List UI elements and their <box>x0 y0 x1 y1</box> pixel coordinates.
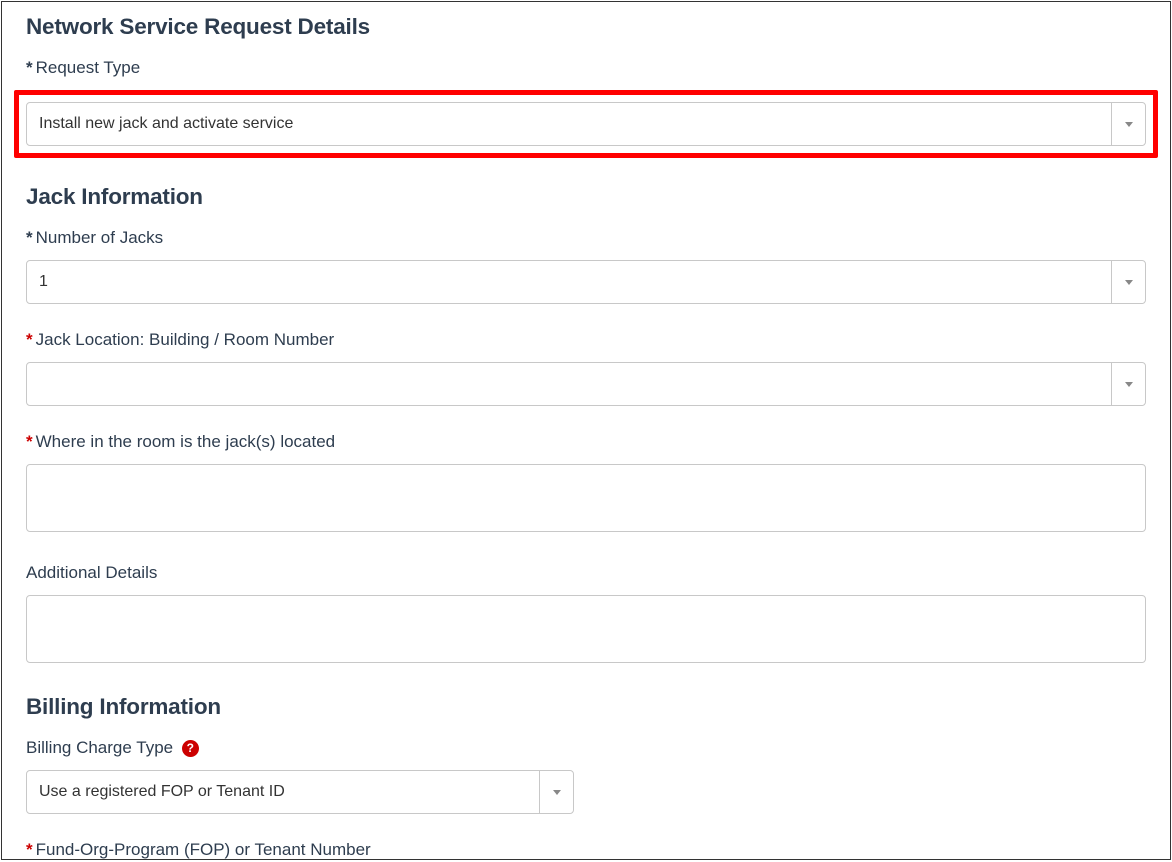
select-value-request-type: Install new jack and activate service <box>27 103 1111 145</box>
label-num-jacks: *Number of Jacks <box>26 228 1146 248</box>
field-additional-details: Additional Details <box>26 563 1146 668</box>
highlight-box-request-type: Install new jack and activate service <box>14 90 1158 158</box>
label-text-where-in-room: Where in the room is the jack(s) located <box>36 432 336 451</box>
field-where-in-room: *Where in the room is the jack(s) locate… <box>26 432 1146 537</box>
required-indicator: * <box>26 58 33 77</box>
required-indicator: * <box>26 330 33 349</box>
field-request-type: *Request Type Install new jack and activ… <box>26 58 1146 158</box>
select-jack-location[interactable] <box>26 362 1146 406</box>
chevron-down-icon <box>1125 280 1133 285</box>
textarea-where-in-room[interactable] <box>26 464 1146 532</box>
form-content: Network Service Request Details *Request… <box>2 14 1170 860</box>
label-where-in-room: *Where in the room is the jack(s) locate… <box>26 432 1146 452</box>
select-value-num-jacks: 1 <box>27 261 1111 303</box>
label-jack-location: *Jack Location: Building / Room Number <box>26 330 1146 350</box>
field-jack-location: *Jack Location: Building / Room Number <box>26 330 1146 406</box>
label-additional-details: Additional Details <box>26 563 1146 583</box>
section-heading-jack-info: Jack Information <box>26 184 1146 210</box>
label-text-additional-details: Additional Details <box>26 563 157 582</box>
select-value-jack-location <box>27 363 1111 405</box>
chevron-down-icon <box>1125 382 1133 387</box>
field-num-jacks: *Number of Jacks 1 <box>26 228 1146 304</box>
field-fop: *Fund-Org-Program (FOP) or Tenant Number <box>26 840 1146 860</box>
label-text-num-jacks: Number of Jacks <box>36 228 164 247</box>
required-indicator: * <box>26 228 33 247</box>
label-text-request-type: Request Type <box>36 58 141 77</box>
required-indicator: * <box>26 840 33 859</box>
form-container: Network Service Request Details *Request… <box>1 1 1171 860</box>
required-indicator: * <box>26 432 33 451</box>
label-billing-charge-type: Billing Charge Type ? <box>26 738 1146 758</box>
chevron-down-icon <box>1125 122 1133 127</box>
section-heading-billing-info: Billing Information <box>26 694 1146 720</box>
label-text-jack-location: Jack Location: Building / Room Number <box>36 330 335 349</box>
field-billing-charge-type: Billing Charge Type ? Use a registered F… <box>26 738 1146 814</box>
select-button-jack-location[interactable] <box>1111 363 1145 405</box>
help-icon[interactable]: ? <box>182 740 199 757</box>
label-text-fop: Fund-Org-Program (FOP) or Tenant Number <box>36 840 371 859</box>
label-text-billing-charge-type: Billing Charge Type <box>26 738 173 757</box>
select-num-jacks[interactable]: 1 <box>26 260 1146 304</box>
select-button-num-jacks[interactable] <box>1111 261 1145 303</box>
section-heading-request-details: Network Service Request Details <box>26 14 1146 40</box>
chevron-down-icon <box>553 790 561 795</box>
label-fop: *Fund-Org-Program (FOP) or Tenant Number <box>26 840 1146 860</box>
select-button-billing-charge-type[interactable] <box>539 771 573 813</box>
select-billing-charge-type[interactable]: Use a registered FOP or Tenant ID <box>26 770 574 814</box>
select-value-billing-charge-type: Use a registered FOP or Tenant ID <box>27 771 539 813</box>
select-button-request-type[interactable] <box>1111 103 1145 145</box>
label-request-type: *Request Type <box>26 58 1146 78</box>
textarea-additional-details[interactable] <box>26 595 1146 663</box>
select-request-type[interactable]: Install new jack and activate service <box>26 102 1146 146</box>
